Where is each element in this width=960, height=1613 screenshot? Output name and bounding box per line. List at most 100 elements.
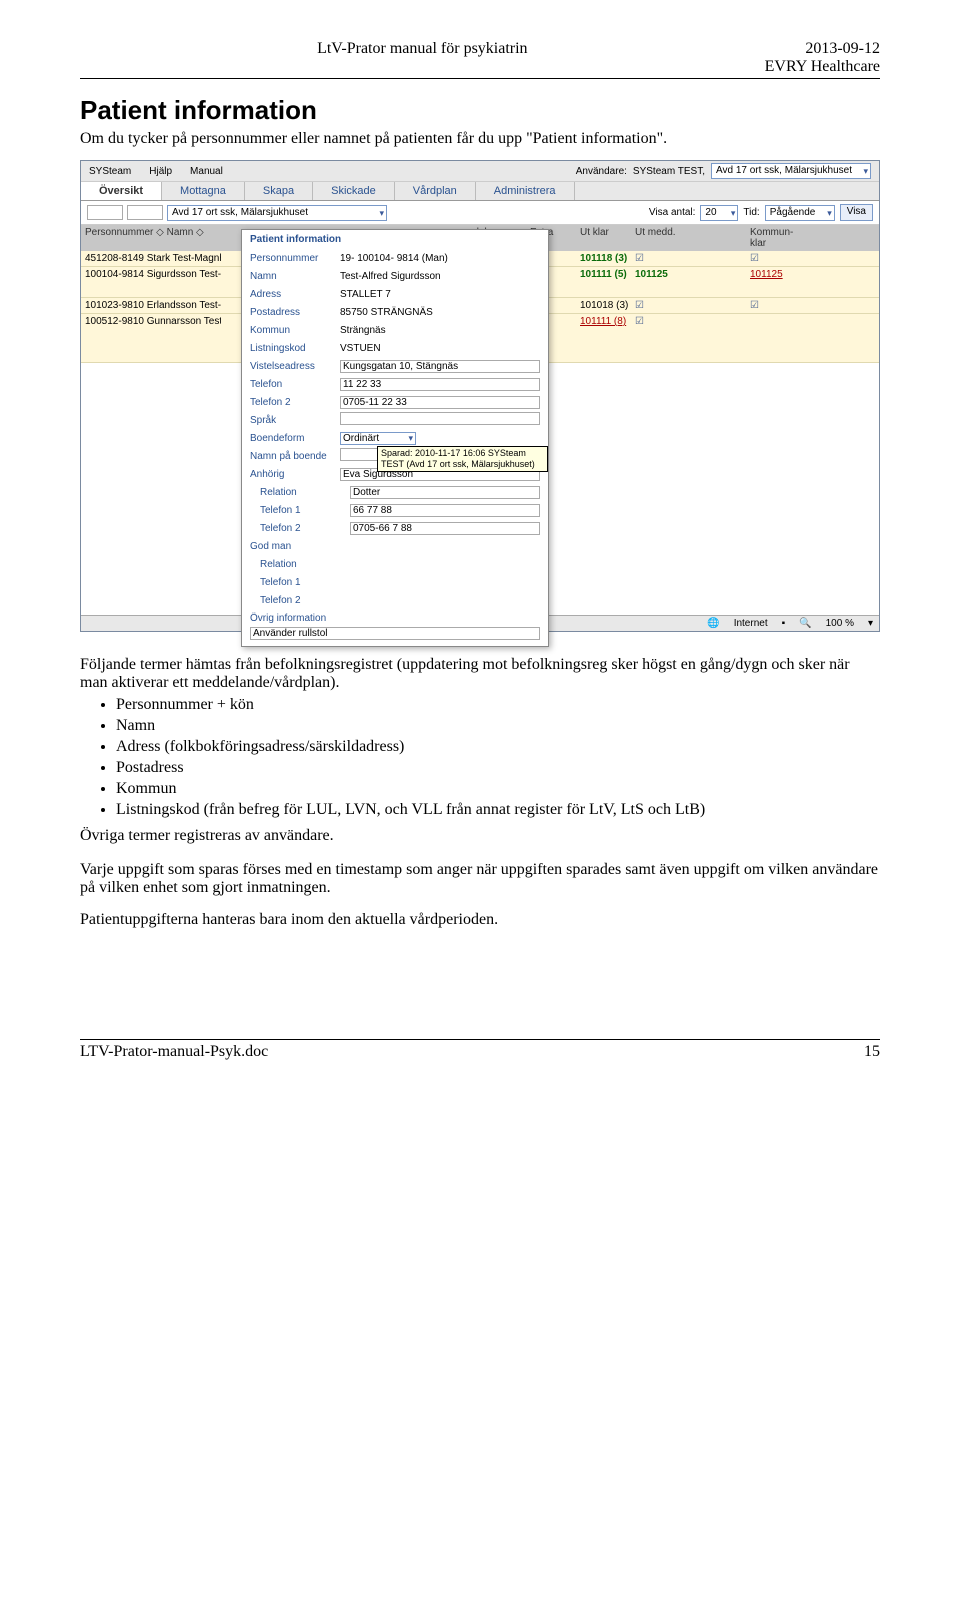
- list-item: Listningskod (från befreg för LUL, LVN, …: [116, 801, 880, 819]
- lbl-boendeform: Boendeform: [250, 433, 340, 444]
- list-item: Postadress: [116, 759, 880, 777]
- col-personnummer[interactable]: Personnummer ◇ Namn ◇: [81, 225, 221, 251]
- lbl-anhorig: Anhörig: [250, 469, 340, 480]
- visa-antal-label: Visa antal:: [649, 207, 696, 218]
- footer-page: 15: [864, 1043, 880, 1061]
- input-telefon2[interactable]: 0705-11 22 33: [340, 396, 540, 409]
- lbl-tel1: Telefon 1: [250, 505, 350, 516]
- list-item: Namn: [116, 717, 880, 735]
- cell-utklar[interactable]: 101111 (8): [576, 314, 631, 362]
- checkbox-icon[interactable]: ☑: [631, 298, 686, 313]
- cell-utklar[interactable]: 101118 (3): [576, 251, 631, 266]
- chevron-down-icon[interactable]: ▾: [868, 618, 873, 629]
- lbl-godman: God man: [250, 541, 340, 552]
- cell-utklar[interactable]: 101018 (3): [576, 298, 631, 313]
- unit-select-top[interactable]: Avd 17 ort ssk, Mälarsjukhuset: [711, 163, 871, 179]
- tid-label: Tid:: [743, 207, 759, 218]
- col-utmedd: Ut medd.: [631, 225, 686, 251]
- page-title: Patient information: [80, 95, 880, 126]
- lbl-relation: Relation: [250, 487, 350, 498]
- filter-row: Avd 17 ort ssk, Mälarsjukhuset Visa anta…: [81, 201, 879, 225]
- cell-pn[interactable]: 101023-9810 Erlandsson Test-A: [81, 298, 221, 313]
- table-area: Personnummer ◇ Namn ◇ rdplan Extra Ut kl…: [81, 225, 879, 615]
- list-item: Kommun: [116, 780, 880, 798]
- visa-antal-select[interactable]: 20: [700, 205, 738, 221]
- input-relation[interactable]: Dotter: [350, 486, 540, 499]
- app-screenshot: SYSteam Hjälp Manual Användare: SYSteam …: [80, 160, 880, 632]
- checkbox-icon[interactable]: ☑: [746, 251, 806, 266]
- tab-vardplan[interactable]: Vårdplan: [395, 182, 476, 200]
- intro-text: Om du tycker på personnummer eller namne…: [80, 130, 880, 148]
- unit-select-filter[interactable]: Avd 17 ort ssk, Mälarsjukhuset: [167, 205, 387, 221]
- tid-select[interactable]: Pågående: [765, 205, 835, 221]
- status-zoom: 100 %: [826, 618, 854, 629]
- body-p3: Varje uppgift som sparas förses med en t…: [80, 861, 880, 897]
- patient-info-popup: Patient information Personnummer19- 1001…: [241, 229, 549, 647]
- header-org: EVRY Healthcare: [765, 58, 880, 76]
- brand-label: SYSteam: [89, 166, 131, 177]
- page-footer: LTV-Prator-manual-Psyk.doc 15: [80, 1039, 880, 1061]
- input-sprak[interactable]: [340, 412, 540, 425]
- checkbox-icon[interactable]: ☑: [631, 314, 686, 362]
- visa-button[interactable]: Visa: [840, 204, 873, 221]
- cell-pn[interactable]: 100104-9814 Sigurdsson Test-Al: [81, 267, 221, 297]
- status-internet: Internet: [734, 618, 768, 629]
- lbl-gm-tel2: Telefon 2: [250, 595, 350, 606]
- footer-file: LTV-Prator-manual-Psyk.doc: [80, 1043, 268, 1061]
- filter-input-2[interactable]: [127, 205, 163, 220]
- header-title: LtV-Prator manual för psykiatrin: [80, 40, 765, 76]
- select-boendeform[interactable]: Ordinärt: [340, 432, 416, 445]
- lbl-postadress: Postadress: [250, 307, 340, 318]
- lbl-vistelseadress: Vistelseadress: [250, 361, 340, 372]
- user-value: SYSteam TEST,: [633, 166, 705, 177]
- input-tel2[interactable]: 0705-66 7 88: [350, 522, 540, 535]
- tab-skapa[interactable]: Skapa: [245, 182, 313, 200]
- shield-icon: ▪︎: [782, 618, 786, 629]
- lbl-tel2: Telefon 2: [250, 523, 350, 534]
- lbl-namn: Namn: [250, 271, 340, 282]
- checkbox-icon[interactable]: ☑: [631, 251, 686, 266]
- globe-icon: 🌐: [707, 618, 719, 629]
- header-right: 2013-09-12 EVRY Healthcare: [765, 40, 880, 76]
- user-label: Användare:: [576, 166, 627, 177]
- bullet-list: Personnummer + kön Namn Adress (folkbokf…: [116, 696, 880, 819]
- lbl-gm-relation: Relation: [250, 559, 350, 570]
- body-p2: Övriga termer registreras av användare.: [80, 827, 880, 845]
- body-p4: Patientuppgifterna hanteras bara inom de…: [80, 911, 880, 929]
- col-utklar: Ut klar: [576, 225, 631, 251]
- lbl-listningskod: Listningskod: [250, 343, 340, 354]
- tab-skickade[interactable]: Skickade: [313, 182, 395, 200]
- lbl-adress: Adress: [250, 289, 340, 300]
- lbl-telefon2: Telefon 2: [250, 397, 340, 408]
- lbl-gm-tel1: Telefon 1: [250, 577, 350, 588]
- lbl-sprak: Språk: [250, 415, 340, 426]
- lbl-telefon: Telefon: [250, 379, 340, 390]
- lbl-ovrig: Övrig information: [250, 613, 340, 624]
- checkbox-icon[interactable]: ☑: [746, 298, 806, 313]
- menu-help[interactable]: Hjälp: [149, 166, 172, 177]
- cell-utklar[interactable]: 101111 (5): [576, 267, 631, 297]
- lbl-namn-boende: Namn på boende: [250, 451, 340, 462]
- input-vistelseadress[interactable]: Kungsgatan 10, Stängnäs: [340, 360, 540, 373]
- list-item: Adress (folkbokföringsadress/särskildadr…: [116, 738, 880, 756]
- cell-pn[interactable]: 451208-8149 Stark Test-Magnhild: [81, 251, 221, 266]
- zoom-icon: 🔍: [799, 618, 811, 629]
- tab-administrera[interactable]: Administrera: [476, 182, 575, 200]
- tab-oversikt[interactable]: Översikt: [81, 182, 162, 200]
- list-item: Personnummer + kön: [116, 696, 880, 714]
- input-ovrig[interactable]: Använder rullstol: [250, 627, 540, 640]
- input-tel1[interactable]: 66 77 88: [350, 504, 540, 517]
- popup-title: Patient information: [250, 234, 540, 245]
- menubar: SYSteam Hjälp Manual Användare: SYSteam …: [81, 161, 879, 182]
- menu-manual[interactable]: Manual: [190, 166, 223, 177]
- tab-bar: Översikt Mottagna Skapa Skickade Vårdpla…: [81, 182, 879, 201]
- lbl-personnummer: Personnummer: [250, 253, 340, 264]
- header-date: 2013-09-12: [765, 40, 880, 58]
- col-kommunklar: Kommun-klar: [746, 225, 806, 251]
- body-p1: Följande termer hämtas från befolkningsr…: [80, 656, 880, 692]
- input-telefon[interactable]: 11 22 33: [340, 378, 540, 391]
- tab-mottagna[interactable]: Mottagna: [162, 182, 245, 200]
- filter-input-1[interactable]: [87, 205, 123, 220]
- cell-pn[interactable]: 100512-9810 Gunnarsson Test-K: [81, 314, 221, 362]
- page-header: LtV-Prator manual för psykiatrin 2013-09…: [80, 40, 880, 79]
